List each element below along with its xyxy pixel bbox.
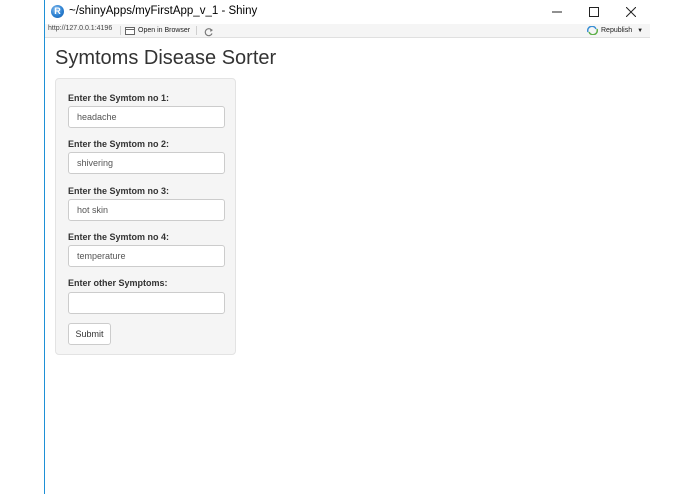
symptom-2-input[interactable] (68, 152, 225, 174)
window-left-border (44, 0, 45, 494)
symptom-4-label: Enter the Symtom no 4: (68, 232, 170, 242)
symptom-3-label: Enter the Symtom no 3: (68, 186, 170, 196)
maximize-icon (589, 7, 599, 17)
symptom-4-input[interactable] (68, 245, 225, 267)
page-title: Symtoms Disease Sorter (55, 47, 277, 69)
other-symptoms-input[interactable] (68, 292, 225, 314)
other-symptoms-label: Enter other Symptoms: (68, 278, 168, 288)
maximize-button[interactable] (576, 0, 612, 24)
symptom-1-input[interactable] (68, 106, 225, 128)
viewer-toolbar: http://127.0.0.1:4196 Open in Browser Re… (45, 24, 650, 38)
symptom-2-label: Enter the Symtom no 2: (68, 139, 170, 149)
minimize-button[interactable] (539, 0, 575, 24)
symptom-3-input[interactable] (68, 199, 225, 221)
republish-icon (587, 26, 598, 35)
open-in-browser-label: Open in Browser (138, 27, 191, 34)
minimize-icon (552, 11, 562, 13)
window-title: ~/shinyApps/myFirstApp_v_1 - Shiny (69, 5, 258, 17)
url-display: http://127.0.0.1:4196 (48, 25, 113, 32)
input-panel: Enter the Symtom no 1: Enter the Symtom … (55, 78, 236, 355)
republish-label: Republish (601, 27, 633, 34)
symptom-1-label: Enter the Symtom no 1: (68, 93, 170, 103)
open-in-browser-button[interactable]: Open in Browser (125, 24, 190, 37)
toolbar-divider (196, 26, 197, 35)
republish-button[interactable]: Republish ▼ (587, 24, 643, 37)
close-button[interactable] (613, 0, 649, 24)
browser-window-icon (125, 26, 135, 35)
close-icon (626, 7, 636, 17)
submit-button[interactable]: Submit (68, 323, 111, 345)
toolbar-divider (120, 26, 121, 35)
chevron-down-icon: ▼ (637, 27, 644, 34)
window-titlebar: R ~/shinyApps/myFirstApp_v_1 - Shiny (45, 0, 695, 24)
rstudio-icon: R (51, 5, 64, 18)
refresh-button[interactable] (203, 25, 214, 37)
refresh-icon (204, 28, 213, 37)
